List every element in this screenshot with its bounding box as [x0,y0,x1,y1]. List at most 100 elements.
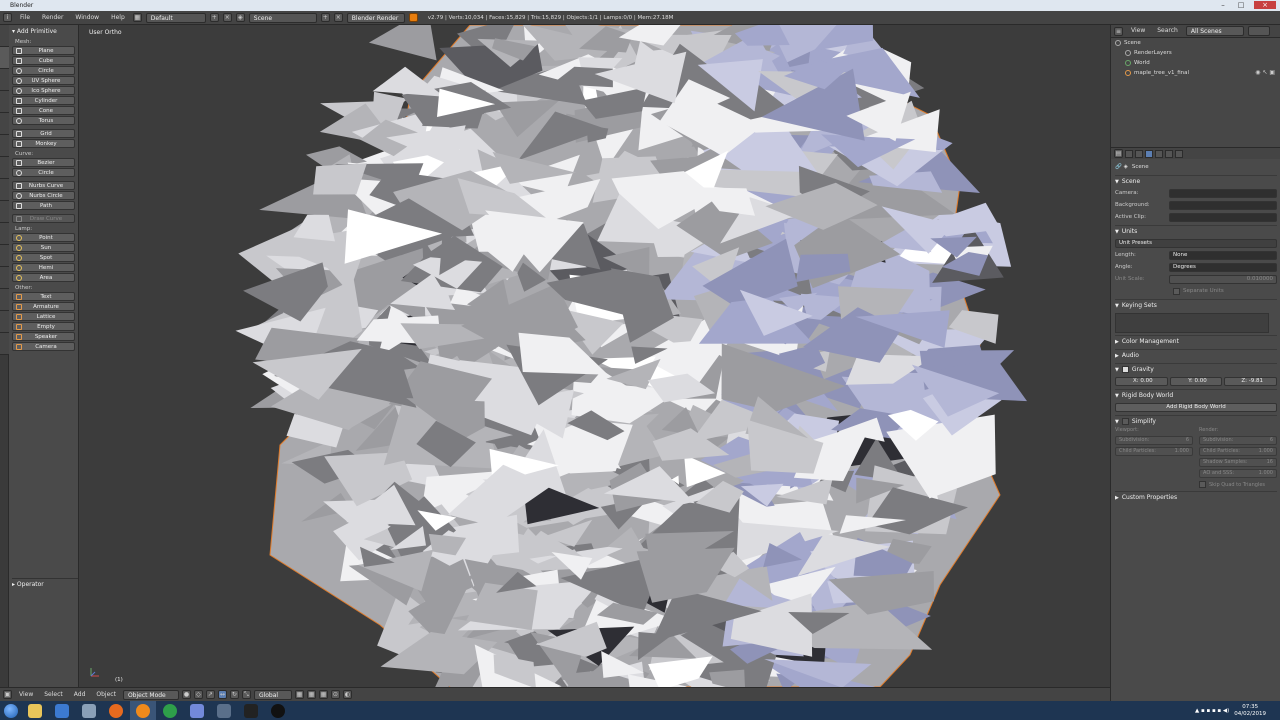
custom-properties-section-header[interactable]: ▶ Custom Properties [1115,491,1277,503]
skip-quad-checkbox[interactable] [1199,481,1206,488]
add-circle-button[interactable]: Circle [12,66,75,75]
viewport-child-particles-field[interactable]: Child Particles: 1.000 [1115,447,1193,456]
gravity-section-header[interactable]: ▼ Gravity [1115,363,1277,375]
add-bezier-button[interactable]: Bezier [12,158,75,167]
layer-buttons-icon[interactable]: ▦ [294,690,304,699]
add-cylinder-button[interactable]: Cylinder [12,96,75,105]
taskbar-media[interactable] [49,701,75,720]
taskbar-discord[interactable] [184,701,210,720]
camera-field[interactable] [1169,188,1277,198]
shadow-samples-field[interactable]: Shadow Samples: 16 [1199,458,1277,467]
taskbar-explorer[interactable] [22,701,48,720]
add-rigid-body-world-button[interactable]: Add Rigid Body World [1115,402,1277,412]
background-field[interactable] [1169,200,1277,210]
layout-close-icon[interactable]: × [222,13,232,22]
layer-buttons-2-icon[interactable]: ▦ [306,690,316,699]
keying-sets-list[interactable] [1115,313,1269,333]
unit-presets-dropdown[interactable]: Unit Presets [1115,238,1277,248]
outliner-menu-view[interactable]: View [1127,26,1149,36]
gravity-z-field[interactable]: Z: -9.81 [1224,376,1278,386]
tab-addons[interactable] [0,245,9,267]
simplify-checkbox[interactable] [1121,418,1129,425]
scene-close-icon[interactable]: × [333,13,343,22]
audio-section-header[interactable]: ▶ Audio [1115,349,1277,361]
orientation-dropdown[interactable]: Global [253,689,292,700]
simplify-section-header[interactable]: ▼ Simplify [1115,415,1277,427]
mode-dropdown[interactable]: Object Mode [122,689,179,700]
gravity-checkbox[interactable] [1121,366,1129,373]
start-button[interactable] [0,701,22,720]
tab-sapling[interactable] [0,179,9,201]
add-ico-sphere-button[interactable]: Ico Sphere [12,86,75,95]
add-empty-button[interactable]: Empty [12,322,75,331]
gravity-y-field[interactable]: Y: 0.00 [1169,376,1223,386]
tab-archipack[interactable] [0,267,9,289]
outliner-menu-search[interactable]: Search [1153,26,1182,36]
taskbar-firefox[interactable] [103,701,129,720]
add-point-lamp-button[interactable]: Point [12,233,75,242]
tab-tools[interactable] [0,25,9,47]
taskbar-unreal[interactable] [265,701,291,720]
add-cone-button[interactable]: Cone [12,106,75,115]
layout-add-icon[interactable]: + [209,13,219,22]
add-lattice-button[interactable]: Lattice [12,312,75,321]
layout-field[interactable]: Default [145,12,206,23]
menu-window[interactable]: Window [71,13,103,23]
layout-icon[interactable]: ▦ [132,13,142,22]
menu-add[interactable]: Add [70,690,90,700]
add-spot-lamp-button[interactable]: Spot [12,253,75,262]
operator-panel-header[interactable]: ▸ Operator [12,578,78,588]
color-management-section-header[interactable]: ▶ Color Management [1115,335,1277,347]
add-bezier-circle-button[interactable]: Circle [12,168,75,177]
add-nurbs-circle-button[interactable]: Nurbs Circle [12,191,75,200]
scene-tab-icon[interactable] [1145,149,1153,158]
units-section-header[interactable]: ▼ Units [1115,225,1277,237]
menu-file[interactable]: File [16,13,34,23]
add-camera-button[interactable]: Camera [12,342,75,351]
taskbar-screen[interactable] [211,701,237,720]
add-torus-button[interactable]: Torus [12,116,75,125]
tab-modeling[interactable] [0,157,9,179]
outliner-filter-dropdown[interactable]: All Scenes [1185,26,1244,36]
editor-type-icon[interactable]: i [3,13,12,22]
world-tab-icon[interactable] [1155,149,1163,158]
tab-options[interactable] [0,333,9,355]
add-sun-lamp-button[interactable]: Sun [12,243,75,252]
scale-icon[interactable]: ⤡ [241,690,251,699]
keying-sets-section-header[interactable]: ▼ Keying Sets [1115,299,1277,311]
scene-section-header[interactable]: ▼ Scene [1115,175,1277,187]
tab-grease-pencil[interactable] [0,135,9,157]
maximize-button[interactable]: □ [1234,1,1248,9]
active-clip-field[interactable] [1169,212,1277,222]
rotate-icon[interactable]: ↻ [229,690,239,699]
menu-render[interactable]: Render [38,13,67,23]
viewport-shading-icon[interactable]: ● [181,690,191,699]
add-text-button[interactable]: Text [12,292,75,301]
taskbar-chrome[interactable] [157,701,183,720]
3d-editor-type-icon[interactable]: ▣ [3,690,12,699]
rigid-body-world-section-header[interactable]: ▼ Rigid Body World [1115,389,1277,401]
add-primitive-header[interactable]: ▾ Add Primitive [12,27,75,36]
pivot-point-icon[interactable]: ◇ [193,690,203,699]
add-grid-button[interactable]: Grid [12,129,75,138]
render-subdivision-field[interactable]: Subdivision: 6 [1199,436,1277,445]
separate-units-checkbox[interactable] [1173,287,1180,295]
clock[interactable]: 07:35 04/02/2019 [1234,704,1266,718]
angle-dropdown[interactable]: Degrees [1169,262,1277,272]
unit-scale-field[interactable]: 0.010000 [1169,274,1277,284]
outliner-row-world[interactable]: World [1111,58,1280,68]
render-engine-dropdown[interactable]: Blender Render [346,12,405,23]
render-tab-icon[interactable] [1125,149,1133,158]
snap-icon[interactable]: ⊙ [330,690,340,699]
render-preview-icon[interactable]: ◐ [342,690,352,699]
translate-icon[interactable]: ↔ [217,690,227,699]
ao-sss-field[interactable]: AO and SSS: 1.000 [1199,469,1277,478]
close-button[interactable]: × [1254,1,1276,9]
add-path-button[interactable]: Path [12,201,75,210]
modifiers-tab-icon[interactable] [1175,149,1183,158]
tab-physics[interactable] [0,113,9,135]
add-monkey-button[interactable]: Monkey [12,139,75,148]
outliner-row-renderlayers[interactable]: RenderLayers [1111,48,1280,58]
length-dropdown[interactable]: None [1169,250,1277,260]
add-plane-button[interactable]: Plane [12,46,75,55]
